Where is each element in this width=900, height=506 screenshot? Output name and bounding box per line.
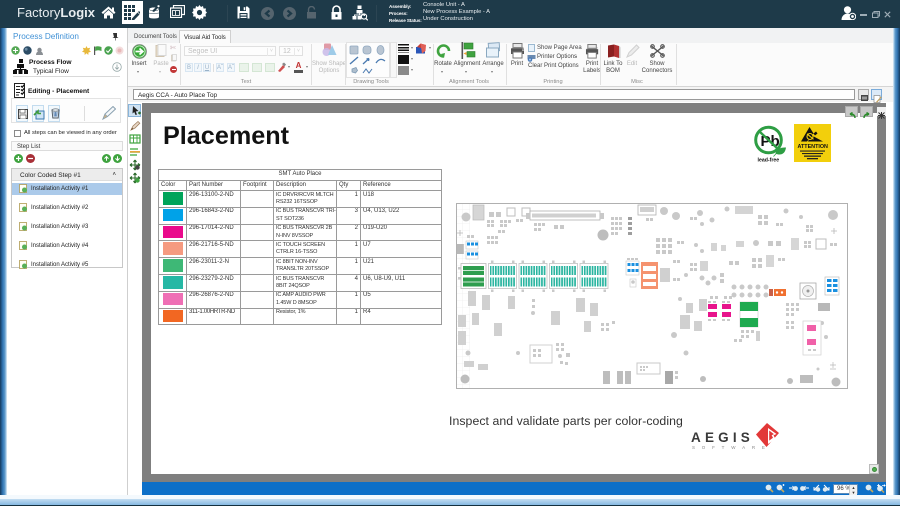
svg-text:lead-free: lead-free: [758, 158, 780, 164]
svg-text:ATTENTION: ATTENTION: [798, 144, 829, 150]
